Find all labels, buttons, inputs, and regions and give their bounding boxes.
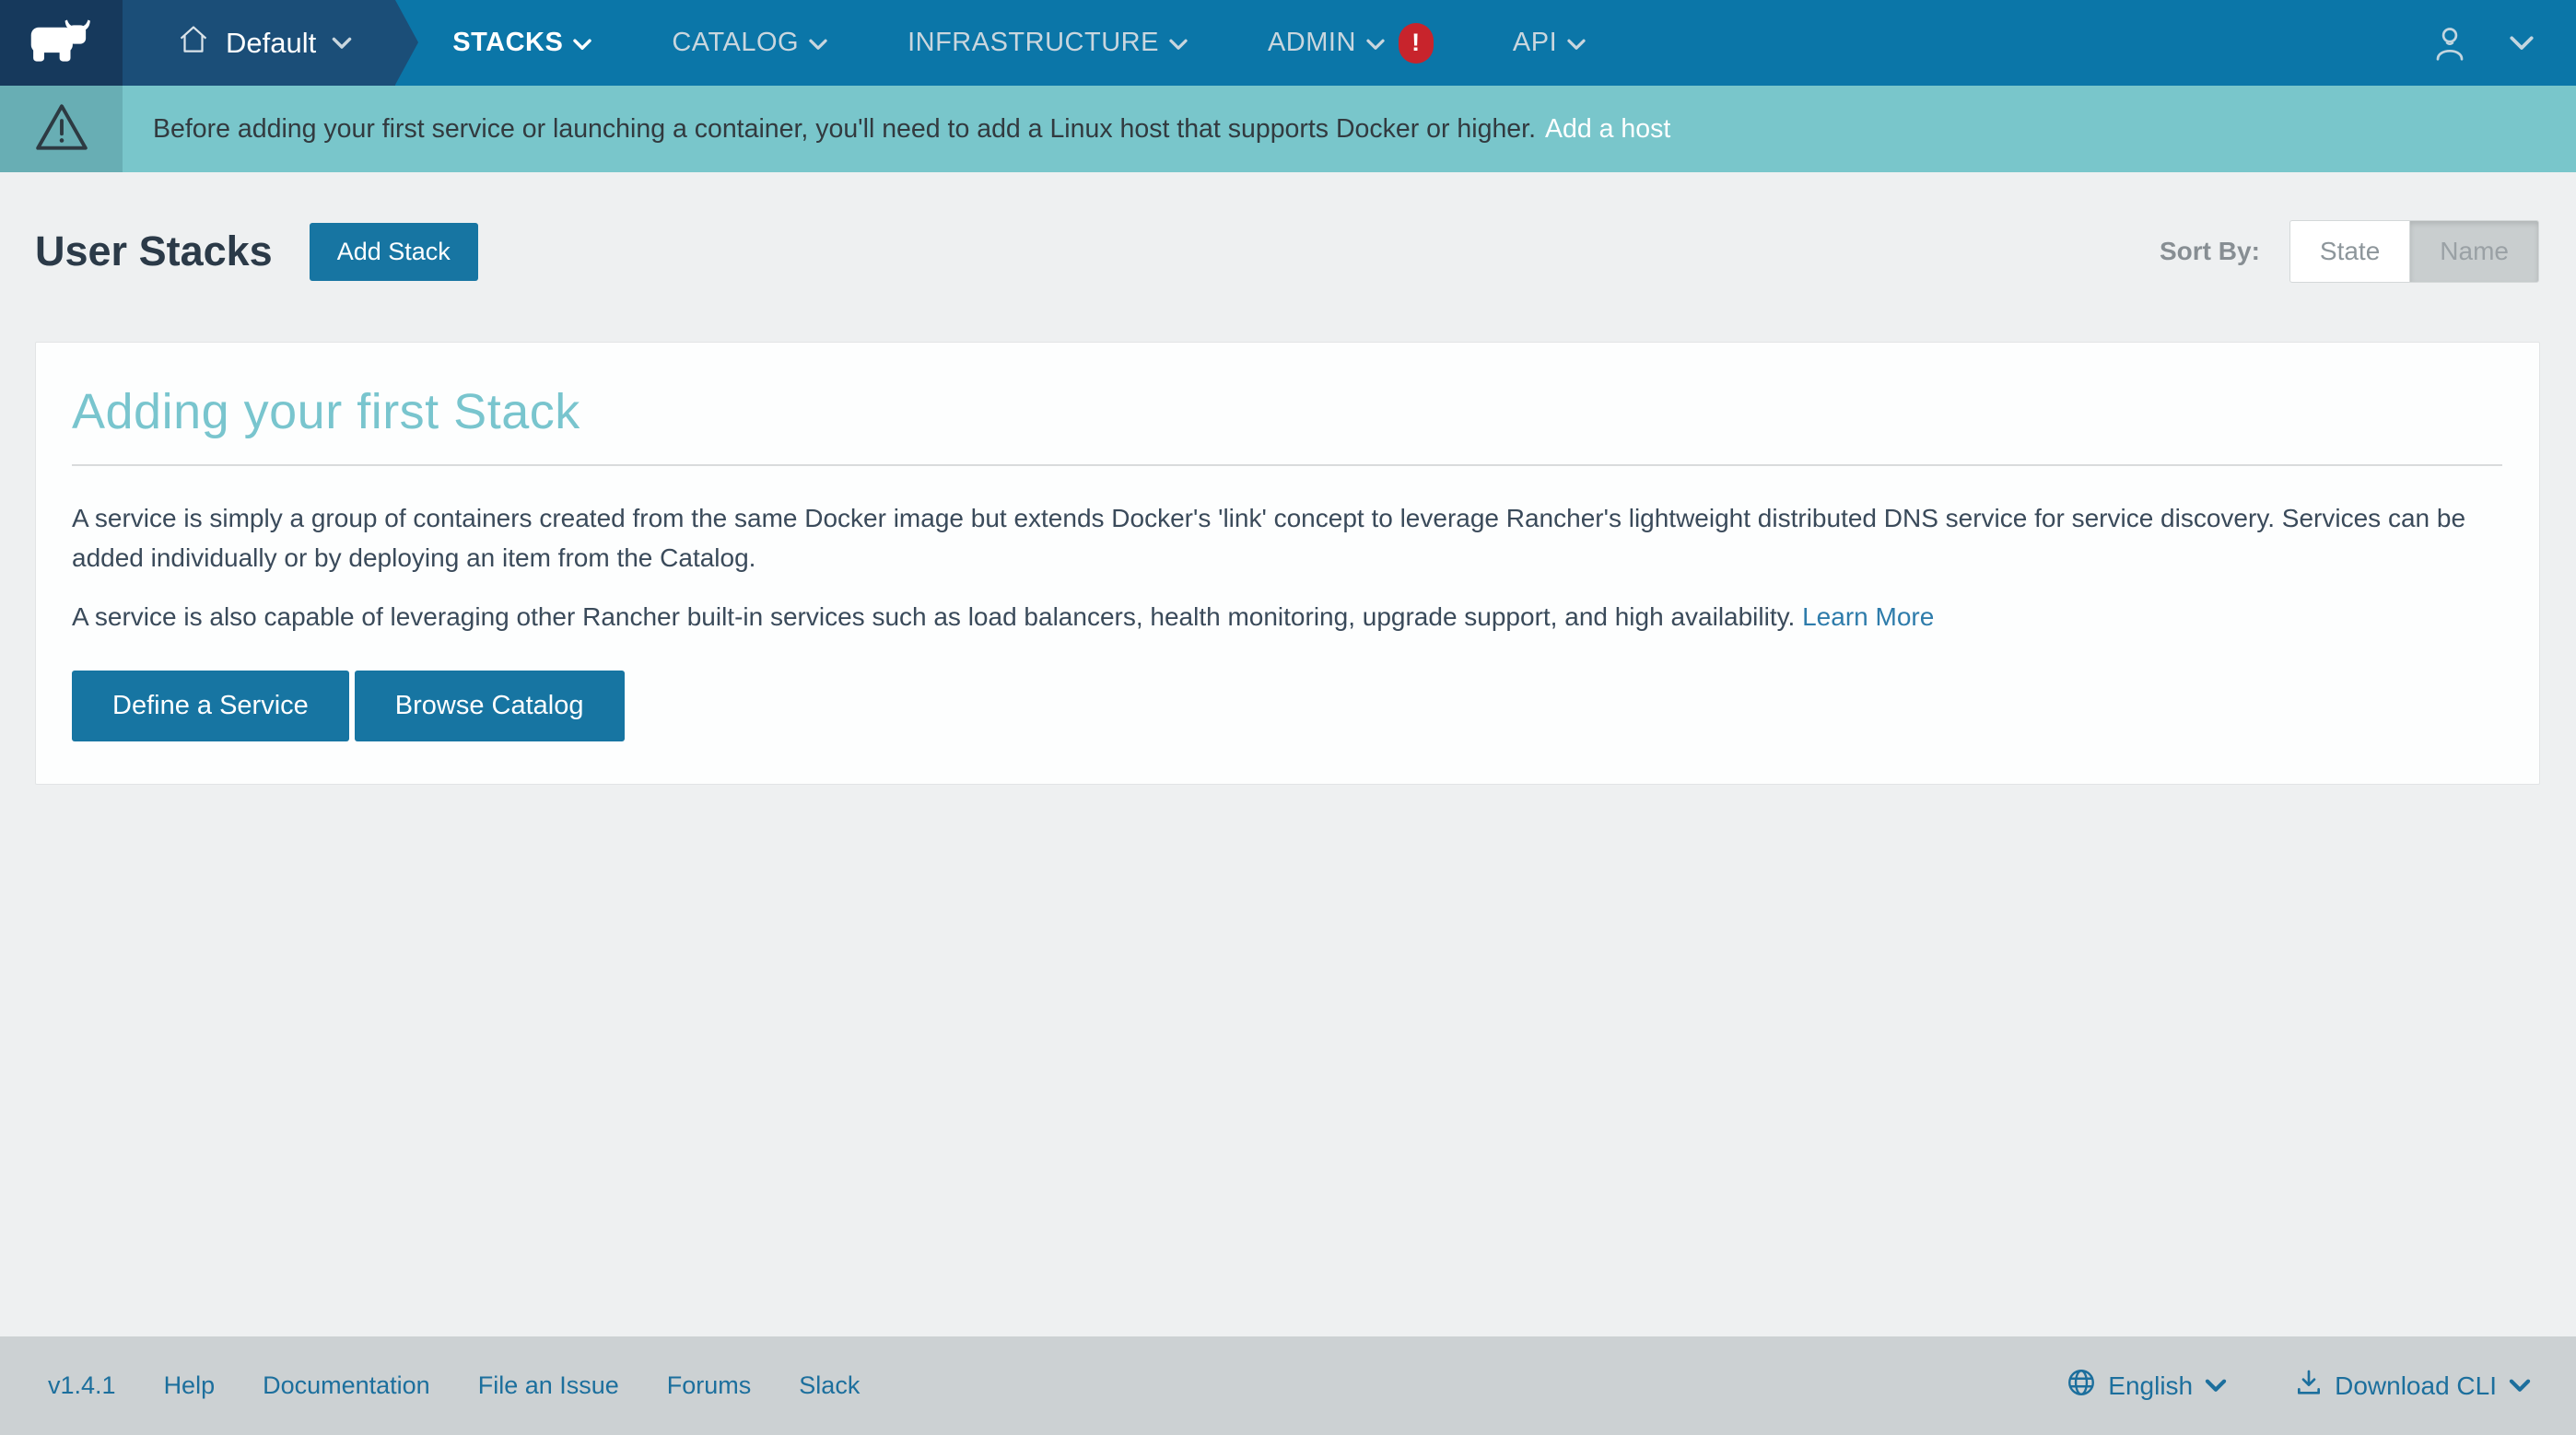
browse-catalog-button[interactable]: Browse Catalog: [354, 670, 625, 741]
download-icon: [2294, 1368, 2324, 1404]
chevron-down-icon: [2508, 1378, 2532, 1394]
first-stack-welcome-card: Adding your first Stack A service is sim…: [35, 342, 2540, 785]
define-a-service-button[interactable]: Define a Service: [72, 670, 349, 741]
download-cli-menu[interactable]: Download CLI: [2294, 1368, 2532, 1404]
add-a-host-link[interactable]: Add a host: [1545, 114, 1670, 145]
account-menu-chevron-icon[interactable]: [2506, 34, 2537, 52]
footer-right-controls: English Download CLI: [2066, 1367, 2532, 1405]
chevron-down-icon: [1566, 38, 1587, 52]
sort-name-button[interactable]: Name: [2409, 220, 2539, 283]
environment-switcher[interactable]: Default: [123, 0, 419, 86]
footer-link-file-an-issue[interactable]: File an Issue: [478, 1371, 619, 1400]
chevron-down-icon: [1365, 38, 1386, 52]
main-menu: STACKS CATALOG INFRASTRUCTURE ADMIN ! AP…: [452, 0, 1587, 86]
environment-name: Default: [226, 26, 317, 59]
version-label: v1.4.1: [48, 1371, 116, 1399]
nav-item-stacks[interactable]: STACKS: [452, 28, 592, 58]
service-capabilities-text: A service is also capable of leveraging …: [72, 602, 1796, 632]
warning-icon-box: [0, 86, 123, 172]
footer-link-help[interactable]: Help: [164, 1371, 216, 1400]
download-cli-label: Download CLI: [2335, 1371, 2497, 1400]
chevron-down-icon: [331, 36, 353, 51]
user-account-icon[interactable]: [2429, 22, 2471, 64]
environment-arrow-shape: [395, 0, 419, 85]
nav-item-catalog[interactable]: CATALOG: [672, 28, 828, 58]
top-navigation-bar: Default STACKS CATALOG INFRASTRUCTURE AD…: [0, 0, 2576, 86]
rancher-logo[interactable]: [0, 0, 123, 86]
nav-item-label: ADMIN: [1267, 28, 1356, 57]
chevron-down-icon: [2204, 1378, 2228, 1394]
nav-item-label: INFRASTRUCTURE: [907, 28, 1159, 57]
nav-item-label: STACKS: [452, 28, 564, 57]
language-label: English: [2108, 1371, 2194, 1400]
add-host-warning-banner: Before adding your first service or laun…: [0, 86, 2576, 172]
footer-link-forums[interactable]: Forums: [667, 1371, 752, 1400]
nav-item-admin[interactable]: ADMIN !: [1267, 22, 1434, 64]
card-divider: [72, 464, 2502, 466]
language-selector[interactable]: English: [2066, 1367, 2228, 1405]
home-icon: [176, 22, 211, 64]
nav-item-label: CATALOG: [672, 28, 800, 57]
footer-link-slack[interactable]: Slack: [799, 1371, 860, 1400]
nav-item-api[interactable]: API: [1513, 28, 1587, 58]
nav-right-controls: [2429, 0, 2576, 86]
banner-message: Before adding your first service or laun…: [153, 113, 1536, 144]
sort-by-label: Sort By:: [2160, 237, 2260, 265]
card-action-buttons: Define a Service Browse Catalog: [72, 670, 2502, 741]
add-stack-button[interactable]: Add Stack: [309, 222, 478, 281]
service-description-paragraph: A service is simply a group of container…: [72, 504, 2466, 572]
page-header-row: User Stacks Add Stack Sort By: State Nam…: [0, 220, 2576, 283]
globe-icon: [2066, 1367, 2097, 1405]
chevron-down-icon: [808, 38, 828, 52]
nav-item-label: API: [1512, 28, 1558, 57]
page-title: User Stacks: [35, 228, 273, 274]
footer-link-documentation[interactable]: Documentation: [263, 1371, 430, 1400]
rancher-cow-icon: [27, 14, 97, 72]
admin-alert-badge: !: [1398, 22, 1434, 64]
nav-item-infrastructure[interactable]: INFRASTRUCTURE: [907, 28, 1188, 58]
learn-more-link[interactable]: Learn More: [1802, 602, 1934, 631]
sort-by-group: Sort By: State Name: [2160, 220, 2539, 283]
warning-triangle-icon: [31, 99, 92, 160]
chevron-down-icon: [1168, 38, 1188, 52]
banner-message-area: Before adding your first service or laun…: [123, 86, 2576, 172]
service-capabilities-paragraph: A service is also capable of leveraging …: [72, 598, 2502, 637]
card-title: Adding your first Stack: [72, 384, 580, 439]
footer-links: v1.4.1 Help Documentation File an Issue …: [48, 1371, 860, 1400]
footer: v1.4.1 Help Documentation File an Issue …: [0, 1336, 2576, 1435]
chevron-down-icon: [572, 38, 592, 52]
sort-state-button[interactable]: State: [2289, 220, 2410, 283]
